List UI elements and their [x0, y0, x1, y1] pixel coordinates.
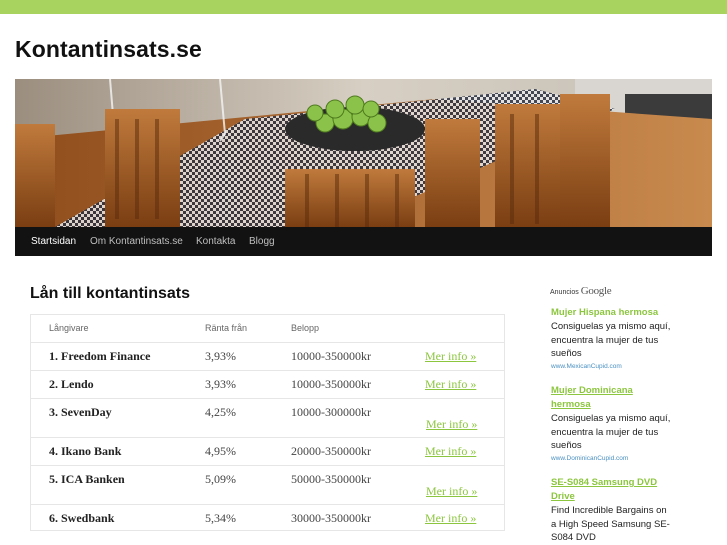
lender-rate: 4,95%	[205, 444, 236, 458]
more-info-link[interactable]: Mer info »	[425, 444, 476, 459]
table-row: 5. ICA Banken 5,09% 50000-350000kr Mer i…	[31, 465, 504, 504]
table-row: 6. Swedbank 5,34% 30000-350000kr Mer inf…	[31, 504, 504, 531]
nav-item-blogg[interactable]: Blogg	[249, 227, 275, 256]
lender-name: 1. Freedom Finance	[49, 349, 151, 363]
lender-name: 3. SevenDay	[49, 405, 112, 419]
lender-amount: 10000-300000kr	[291, 405, 371, 419]
lender-rate: 4,25%	[205, 405, 236, 419]
lender-amount: 10000-350000kr	[291, 349, 371, 363]
ad-title-link[interactable]: Mujer Hispana hermosa	[551, 306, 671, 320]
google-logo: Google	[580, 285, 612, 297]
lender-amount: 50000-350000kr	[291, 472, 371, 486]
page-heading: Lån till kontantinsats	[30, 285, 191, 302]
column-header-rate: Ränta från	[205, 323, 248, 333]
lender-amount: 30000-350000kr	[291, 511, 371, 525]
top-accent-bar	[0, 0, 727, 14]
ad-text: Consiguelas ya mismo aquí, encuentra la …	[551, 321, 671, 359]
ad-url-link[interactable]: www.DominicanCupid.com	[551, 453, 671, 464]
ad-title-link[interactable]: Mujer Dominicana hermosa	[551, 384, 671, 412]
table-row: 3. SevenDay 4,25% 10000-300000kr Mer inf…	[31, 398, 504, 437]
lender-rate: 3,93%	[205, 377, 236, 391]
lender-rate: 5,09%	[205, 472, 236, 486]
main-navigation: Startsidan Om Kontantinsats.se Kontakta …	[15, 227, 712, 256]
ads-by-google-label[interactable]: Anuncios Google	[550, 285, 612, 297]
table-row: 4. Ikano Bank 4,95% 20000-350000kr Mer i…	[31, 437, 504, 465]
lender-name: 2. Lendo	[49, 377, 94, 391]
ad-title-link[interactable]: SE-S084 Samsung DVD Drive	[551, 476, 671, 504]
nav-item-kontakta[interactable]: Kontakta	[196, 227, 235, 256]
lender-name: 4. Ikano Bank	[49, 444, 122, 458]
column-header-amount: Belopp	[291, 323, 320, 333]
ad-text: Find Incredible Bargains on a High Speed…	[551, 505, 670, 543]
ad-text: Consiguelas ya mismo aquí, encuentra la …	[551, 413, 671, 451]
more-info-link[interactable]: Mer info »	[425, 377, 476, 392]
lender-table: Långivare Ränta från Belopp 1. Freedom F…	[30, 314, 505, 531]
more-info-link[interactable]: Mer info »	[426, 417, 477, 432]
table-row: 2. Lendo 3,93% 10000-350000kr Mer info »	[31, 370, 504, 398]
more-info-link[interactable]: Mer info »	[425, 511, 476, 526]
lender-rate: 5,34%	[205, 511, 236, 525]
lender-name: 5. ICA Banken	[49, 472, 125, 486]
column-header-lender: Långivare	[49, 323, 89, 333]
lender-amount: 10000-350000kr	[291, 377, 371, 391]
nav-item-om[interactable]: Om Kontantinsats.se	[90, 227, 183, 256]
ad-block: SE-S084 Samsung DVD Drive Find Incredibl…	[551, 476, 671, 545]
lender-amount: 20000-350000kr	[291, 444, 371, 458]
ad-url-link[interactable]: www.MexicanCupid.com	[551, 361, 671, 372]
ads-label: Anuncios	[550, 289, 579, 296]
more-info-link[interactable]: Mer info »	[425, 349, 476, 364]
lender-name: 6. Swedbank	[49, 511, 115, 525]
nav-item-startsidan[interactable]: Startsidan	[31, 227, 76, 256]
site-title[interactable]: Kontantinsats.se	[15, 36, 202, 63]
ad-block: Mujer Hispana hermosa Consiguelas ya mis…	[551, 306, 671, 372]
lender-rate: 3,93%	[205, 349, 236, 363]
header-image	[15, 79, 712, 227]
more-info-link[interactable]: Mer info »	[426, 484, 477, 499]
table-row: 1. Freedom Finance 3,93% 10000-350000kr …	[31, 342, 504, 370]
ad-block: Mujer Dominicana hermosa Consiguelas ya …	[551, 384, 671, 464]
